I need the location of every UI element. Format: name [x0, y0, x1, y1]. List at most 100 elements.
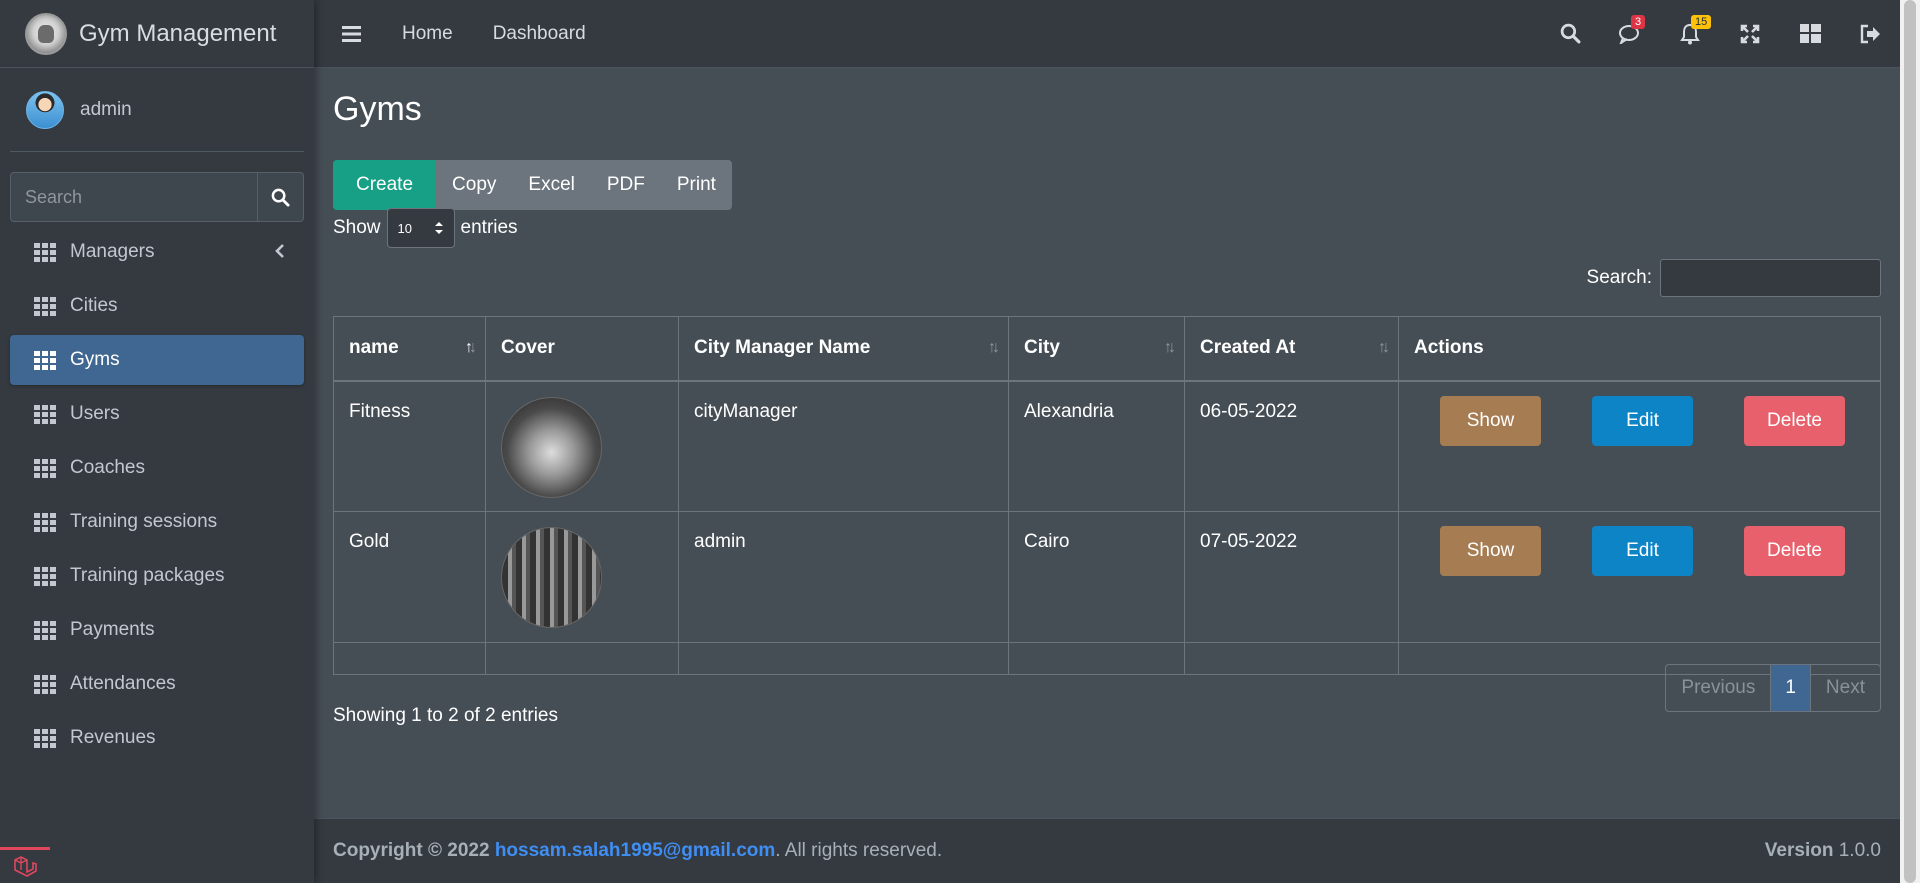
sidebar-item-training-sessions[interactable]: Training sessions	[10, 497, 304, 547]
main-sidebar: Gym Management admin Managers Cities Gym…	[0, 0, 314, 883]
header-label: Created At	[1200, 337, 1296, 359]
content-wrapper: Gyms Create Copy Excel PDF Print Show 10…	[314, 68, 1900, 818]
delete-button[interactable]: Delete	[1744, 395, 1845, 446]
brand-link[interactable]: Gym Management	[0, 0, 314, 68]
row-actions: Show Edit Delete	[1414, 526, 1865, 576]
copyright-text: Copyright © 2022	[333, 840, 490, 861]
messages-count-badge: 3	[1631, 14, 1646, 29]
empty-cell	[333, 642, 486, 675]
sidebar-item-users[interactable]: Users	[10, 389, 304, 439]
page-scrollbar[interactable]	[1900, 0, 1920, 883]
sidebar-item-cities[interactable]: Cities	[10, 281, 304, 331]
sort-icon: ↑↓	[1378, 339, 1390, 356]
cell-city: Alexandria	[1008, 380, 1185, 512]
th-large-icon	[1799, 24, 1821, 43]
pagination-page-1[interactable]: 1	[1771, 665, 1810, 711]
edit-button[interactable]: Edit	[1592, 395, 1693, 446]
table-row: Gold admin Cairo 07-05-2022 Show Edit De…	[333, 511, 1881, 643]
sign-out-icon	[1860, 24, 1880, 43]
header-label: City	[1024, 337, 1060, 359]
scrollbar-thumb[interactable]	[1904, 0, 1916, 883]
header-label: Actions	[1414, 337, 1484, 359]
table-search-input[interactable]	[1660, 259, 1881, 297]
version-info: Version 1.0.0	[1765, 840, 1881, 862]
pdf-button[interactable]: PDF	[591, 160, 661, 210]
sidebar-item-coaches[interactable]: Coaches	[10, 443, 304, 493]
sidebar-item-label: Gyms	[70, 349, 120, 370]
th-icon	[34, 296, 56, 316]
empty-cell	[1184, 642, 1399, 675]
th-icon	[34, 458, 56, 478]
page-title: Gyms	[333, 90, 422, 128]
table-row-empty	[333, 642, 1881, 675]
footer-email-link[interactable]: hossam.salah1995@gmail.com	[495, 840, 775, 862]
sidebar-item-label: Training packages	[70, 565, 225, 586]
notifications-dropdown[interactable]: 15	[1678, 14, 1712, 46]
navbar-search-button[interactable]	[1558, 22, 1582, 46]
sidebar-search-button[interactable]	[257, 172, 304, 222]
cell-manager: admin	[678, 511, 1009, 643]
cell-cover	[485, 511, 679, 643]
column-header-name[interactable]: name ↑↓	[333, 316, 486, 382]
show-button[interactable]: Show	[1440, 526, 1541, 576]
table-header-row: name ↑↓ Cover City Manager Name ↑↓ City …	[333, 316, 1881, 382]
column-header-city[interactable]: City ↑↓	[1008, 316, 1185, 382]
header-label: name	[349, 337, 399, 359]
version-number: 1.0.0	[1838, 840, 1881, 861]
header-label: City Manager Name	[694, 337, 871, 359]
brand-title: Gym Management	[79, 19, 277, 47]
logout-button[interactable]	[1858, 22, 1882, 46]
print-button[interactable]: Print	[661, 160, 732, 210]
control-sidebar-button[interactable]	[1798, 22, 1822, 46]
th-icon	[34, 242, 56, 262]
sort-icon: ↑↓	[1164, 339, 1176, 356]
nav-link-home[interactable]: Home	[402, 23, 453, 45]
user-name[interactable]: admin	[80, 99, 132, 121]
navbar-right: 3 15	[1522, 14, 1882, 46]
sidebar-item-label: Payments	[70, 619, 155, 640]
copy-button[interactable]: Copy	[436, 160, 512, 210]
table-filter: Search:	[333, 259, 1881, 297]
messages-dropdown[interactable]: 3	[1618, 14, 1646, 46]
table-info: Showing 1 to 2 of 2 entries	[333, 705, 558, 726]
page-length-select[interactable]: 10	[386, 208, 455, 248]
empty-cell	[1008, 642, 1185, 675]
fullscreen-button[interactable]	[1738, 22, 1762, 46]
sort-arrows-icon	[434, 222, 443, 234]
gym-cover-image	[501, 527, 602, 628]
laravel-logo-icon[interactable]	[0, 847, 50, 883]
sort-icon: ↑↓	[988, 339, 1000, 356]
create-button[interactable]: Create	[333, 160, 437, 210]
menu-toggle-button[interactable]	[342, 25, 362, 43]
th-icon	[34, 728, 56, 748]
empty-cell	[485, 642, 679, 675]
user-panel[interactable]: admin	[10, 68, 304, 152]
sidebar-search-input[interactable]	[10, 172, 257, 222]
notifications-count-badge: 15	[1691, 14, 1712, 29]
sidebar-item-payments[interactable]: Payments	[10, 605, 304, 655]
sidebar-item-attendances[interactable]: Attendances	[10, 659, 304, 709]
sidebar-item-label: Coaches	[70, 457, 145, 478]
excel-button[interactable]: Excel	[512, 160, 590, 210]
cell-name: Gold	[333, 511, 486, 643]
sidebar-item-managers[interactable]: Managers	[10, 227, 304, 277]
pagination-next[interactable]: Next	[1809, 665, 1880, 711]
nav-link-dashboard[interactable]: Dashboard	[493, 23, 586, 45]
sidebar-item-revenues[interactable]: Revenues	[10, 713, 304, 763]
cell-manager: cityManager	[678, 380, 1009, 512]
table-length: Show 10 entries	[333, 208, 1881, 248]
sidebar-item-gyms[interactable]: Gyms	[10, 335, 304, 385]
column-header-created-at[interactable]: Created At ↑↓	[1184, 316, 1399, 382]
th-icon	[34, 674, 56, 694]
column-header-city-manager[interactable]: City Manager Name ↑↓	[678, 316, 1009, 382]
column-header-actions: Actions	[1398, 316, 1881, 382]
gyms-table: name ↑↓ Cover City Manager Name ↑↓ City …	[333, 316, 1881, 675]
expand-icon	[1740, 24, 1760, 43]
delete-button[interactable]: Delete	[1744, 526, 1845, 576]
edit-button[interactable]: Edit	[1592, 526, 1693, 576]
show-button[interactable]: Show	[1440, 395, 1541, 446]
main-footer: Copyright © 2022 hossam.salah1995@gmail.…	[314, 818, 1900, 883]
sidebar-item-training-packages[interactable]: Training packages	[10, 551, 304, 601]
pagination-previous[interactable]: Previous	[1666, 665, 1772, 711]
empty-cell	[678, 642, 1009, 675]
